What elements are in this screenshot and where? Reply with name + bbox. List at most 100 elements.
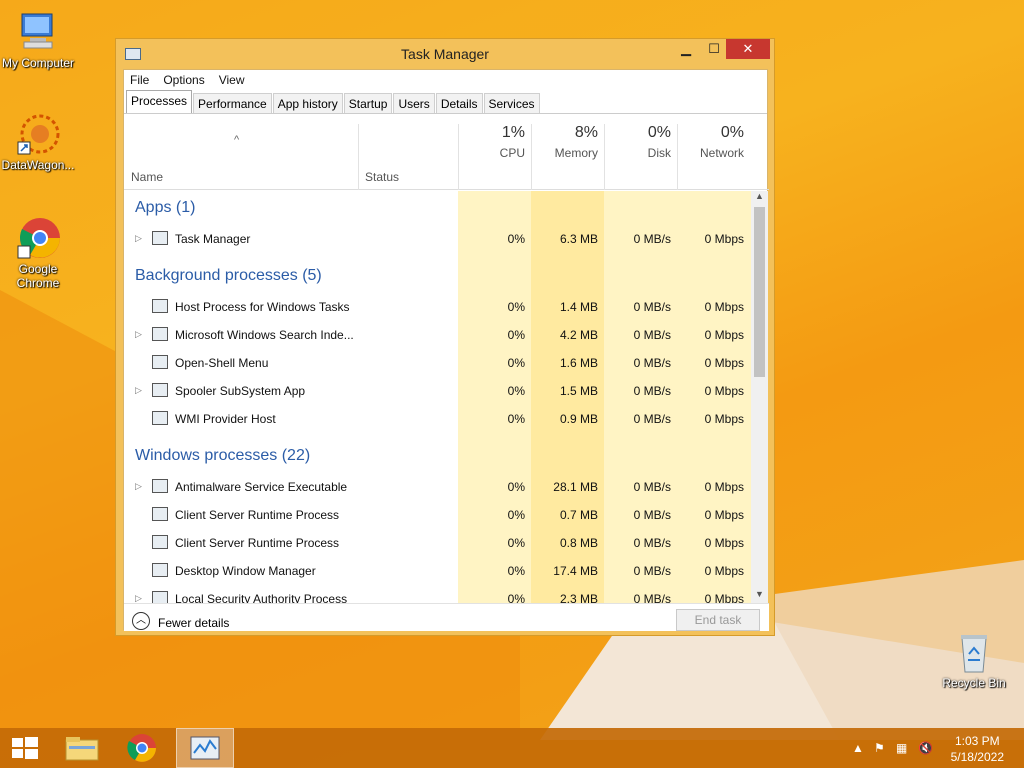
chevron-up-icon[interactable]: ︿ <box>132 612 150 630</box>
process-row[interactable]: Open-Shell Menu 0% 1.6 MB 0 MB/s 0 Mbps <box>124 349 751 377</box>
column-divider[interactable] <box>458 124 459 190</box>
tab-app-history[interactable]: App history <box>272 93 343 113</box>
title-bar[interactable]: Task Manager ▁ ☐ ✕ <box>116 39 774 69</box>
process-row[interactable]: ▷ Local Security Authority Process 0% 2.3 M… <box>124 585 751 603</box>
tab-users[interactable]: Users <box>393 93 435 113</box>
cpu-total: 1% <box>501 124 525 141</box>
column-cpu[interactable]: 1% CPU <box>460 124 525 160</box>
scroll-down-icon[interactable]: ▼ <box>751 589 768 603</box>
clock[interactable]: 1:03 PM 5/18/2022 <box>951 733 1004 765</box>
network-cell: 0 Mbps <box>704 232 744 246</box>
menu-options[interactable]: Options <box>163 73 204 87</box>
datawagon-icon <box>16 112 60 156</box>
desktop-icon-google-chrome[interactable]: Google Chrome <box>0 216 76 290</box>
network-cell: 0 Mbps <box>704 300 744 314</box>
tab-performance[interactable]: Performance <box>193 93 272 113</box>
disk-cell: 0 MB/s <box>633 564 671 578</box>
column-network[interactable]: 0% Network <box>679 124 744 160</box>
expand-chevron-icon[interactable]: ▷ <box>135 385 142 396</box>
taskbar-task-manager[interactable] <box>176 728 234 768</box>
process-icon <box>152 563 168 577</box>
vertical-scrollbar[interactable]: ▲ ▼ <box>751 191 768 603</box>
process-row[interactable]: Client Server Runtime Process 0% 0.8 MB 0 M… <box>124 529 751 557</box>
menu-view[interactable]: View <box>219 73 245 87</box>
disk-cell: 0 MB/s <box>633 592 671 603</box>
process-row[interactable]: ▷ Antimalware Service Executable 0% 28.1 MB… <box>124 473 751 501</box>
process-name: WMI Provider Host <box>175 412 276 426</box>
group-header[interactable]: Background processes (5) <box>124 263 751 291</box>
tab-processes[interactable]: Processes <box>126 90 193 113</box>
desktop-icon-my-computer[interactable]: My Computer <box>0 10 76 70</box>
fewer-details-link[interactable]: Fewer details <box>158 616 229 630</box>
process-list: Apps (1) ▷ Task Manager 0% 6.3 MB 0 MB/s 0 Mbp… <box>124 191 751 603</box>
tab-startup[interactable]: Startup <box>343 93 393 113</box>
disk-label: Disk <box>647 146 671 160</box>
process-name: Client Server Runtime Process <box>175 536 340 550</box>
desktop-icon-recycle-bin[interactable]: Recycle Bin <box>936 630 1012 690</box>
memory-cell: 28.1 MB <box>553 480 598 494</box>
network-total: 0% <box>720 124 744 141</box>
expand-chevron-icon[interactable]: ▷ <box>135 233 142 244</box>
scroll-up-icon[interactable]: ▲ <box>751 191 768 205</box>
column-divider[interactable] <box>604 124 605 190</box>
network-icon[interactable]: ▦ <box>896 741 907 755</box>
process-row[interactable]: ▷ Task Manager 0% 6.3 MB 0 MB/s 0 Mbps <box>124 225 751 253</box>
column-divider[interactable] <box>677 124 678 190</box>
process-row[interactable]: Desktop Window Manager 0% 17.4 MB 0 MB/s 0 M… <box>124 557 751 585</box>
process-icon <box>152 507 168 521</box>
expand-chevron-icon[interactable]: ▷ <box>135 329 142 340</box>
minimize-button[interactable]: ▁ <box>672 39 700 59</box>
network-cell: 0 Mbps <box>704 412 744 426</box>
expand-chevron-icon[interactable]: ▷ <box>135 593 142 603</box>
task-manager-icon <box>190 736 220 760</box>
taskbar-file-explorer[interactable] <box>56 728 108 768</box>
menu-bar: File Options View <box>124 70 767 90</box>
column-memory[interactable]: 8% Memory <box>533 124 598 160</box>
process-row[interactable]: ▷ Spooler SubSystem App 0% 1.5 MB 0 MB/s 0 Mb… <box>124 377 751 405</box>
close-button[interactable]: ✕ <box>726 39 770 59</box>
disk-cell: 0 MB/s <box>633 412 671 426</box>
disk-cell: 0 MB/s <box>633 384 671 398</box>
tab-services[interactable]: Services <box>483 93 540 113</box>
process-row[interactable]: Client Server Runtime Process 0% 0.7 MB 0 M… <box>124 501 751 529</box>
cpu-cell: 0% <box>507 480 525 494</box>
disk-cell: 0 MB/s <box>633 356 671 370</box>
column-status[interactable]: Status <box>365 170 399 184</box>
memory-cell: 1.4 MB <box>559 300 598 314</box>
process-row[interactable]: Host Process for Windows Tasks 0% 1.4 MB 0 … <box>124 293 751 321</box>
volume-muted-icon[interactable]: 🔇 <box>918 741 933 755</box>
network-cell: 0 Mbps <box>704 592 744 603</box>
maximize-button[interactable]: ☐ <box>700 39 728 59</box>
network-cell: 0 Mbps <box>704 328 744 342</box>
show-hidden-icons-icon[interactable]: ▲ <box>852 741 864 755</box>
process-icon <box>152 327 168 341</box>
disk-cell: 0 MB/s <box>633 300 671 314</box>
cpu-cell: 0% <box>507 412 525 426</box>
process-name: Open-Shell Menu <box>175 356 269 370</box>
tab-details[interactable]: Details <box>435 93 483 113</box>
column-divider[interactable] <box>358 124 359 190</box>
network-cell: 0 Mbps <box>704 536 744 550</box>
scrollbar-thumb[interactable] <box>754 207 765 377</box>
menu-file[interactable]: File <box>130 73 149 87</box>
taskbar-chrome[interactable] <box>116 728 168 768</box>
process-row[interactable]: ▷ Microsoft Windows Search Inde... 0% 4.2 M… <box>124 321 751 349</box>
memory-cell: 2.3 MB <box>559 592 598 603</box>
folder-icon <box>65 737 99 761</box>
process-icon <box>152 231 168 245</box>
expand-chevron-icon[interactable]: ▷ <box>135 481 142 492</box>
group-header[interactable]: Apps (1) <box>124 195 751 223</box>
cpu-cell: 0% <box>507 564 525 578</box>
start-button[interactable] <box>0 728 52 768</box>
action-center-flag-icon[interactable]: ⚑ <box>874 741 885 755</box>
column-disk[interactable]: 0% Disk <box>606 124 671 160</box>
process-name: Local Security Authority Process <box>175 592 348 603</box>
column-name[interactable]: Name <box>131 170 163 184</box>
process-row[interactable]: WMI Provider Host 0% 0.9 MB 0 MB/s 0 Mbps <box>124 405 751 433</box>
desktop-icon-datawagon[interactable]: DataWagon... <box>0 112 76 172</box>
group-header[interactable]: Windows processes (22) <box>124 443 751 471</box>
memory-cell: 0.9 MB <box>559 412 598 426</box>
end-task-button[interactable]: End task <box>676 609 760 631</box>
column-divider[interactable] <box>531 124 532 190</box>
process-icon <box>152 479 168 493</box>
